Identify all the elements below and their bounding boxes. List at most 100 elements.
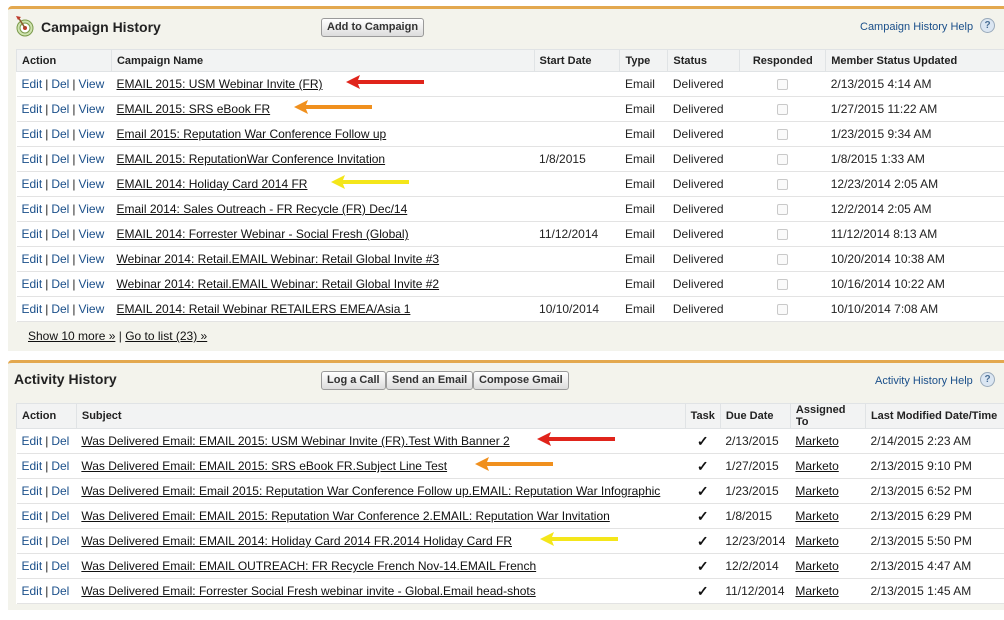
row-actions: Edit | Del — [16, 428, 77, 454]
del-link[interactable]: Del — [51, 302, 69, 316]
task-checkmark-icon: ✓ — [696, 532, 709, 549]
assigned-to-link[interactable]: Marketo — [795, 434, 838, 448]
view-link[interactable]: View — [78, 177, 104, 191]
del-link[interactable]: Del — [51, 152, 69, 166]
assigned-to-link[interactable]: Marketo — [795, 559, 838, 573]
annotation-arrow-icon — [294, 100, 373, 114]
view-link[interactable]: View — [78, 102, 104, 116]
view-link[interactable]: View — [78, 252, 104, 266]
edit-link[interactable]: Edit — [22, 434, 43, 448]
view-link[interactable]: View — [78, 202, 104, 216]
table-row: Edit | Del | View Webinar 2014: Retail.EMAIL … — [16, 271, 1004, 297]
edit-link[interactable]: Edit — [22, 177, 43, 191]
edit-link[interactable]: Edit — [22, 77, 43, 91]
del-link[interactable]: Del — [51, 252, 69, 266]
edit-link[interactable]: Edit — [22, 227, 43, 241]
del-link[interactable]: Del — [51, 227, 69, 241]
del-link[interactable]: Del — [51, 177, 69, 191]
del-link[interactable]: Del — [51, 434, 69, 448]
edit-link[interactable]: Edit — [22, 302, 43, 316]
view-link[interactable]: View — [78, 277, 104, 291]
view-link[interactable]: View — [78, 77, 104, 91]
campaign-name-link[interactable]: Webinar 2014: Retail.EMAIL Webinar: Reta… — [116, 252, 439, 266]
del-link[interactable]: Del — [51, 77, 69, 91]
table-row: Edit | Del Was Delivered Email: EMAIL 2015:… — [16, 453, 1004, 479]
assigned-to-link[interactable]: Marketo — [795, 459, 838, 473]
subject-link[interactable]: Was Delivered Email: EMAIL 2015: USM Web… — [81, 434, 509, 448]
action-separator: | — [45, 102, 49, 116]
edit-link[interactable]: Edit — [22, 202, 43, 216]
subject-link[interactable]: Was Delivered Email: EMAIL OUTREACH: FR … — [81, 559, 536, 573]
del-link[interactable]: Del — [51, 559, 69, 573]
del-link[interactable]: Del — [51, 102, 69, 116]
edit-link[interactable]: Edit — [22, 127, 43, 141]
subject-link[interactable]: Was Delivered Email: EMAIL 2015: SRS eBo… — [81, 459, 447, 473]
start-date-cell — [534, 271, 620, 297]
show-more-link[interactable]: Show 10 more » — [28, 329, 115, 343]
row-actions: Edit | Del | View — [16, 221, 112, 247]
member-status-updated-cell: 10/20/2014 10:38 AM — [825, 246, 1004, 272]
responded-checkbox — [777, 279, 789, 291]
del-link[interactable]: Del — [51, 277, 69, 291]
assigned-to-link[interactable]: Marketo — [795, 509, 838, 523]
edit-link[interactable]: Edit — [22, 152, 43, 166]
activity-history-help-link[interactable]: Activity History Help — [875, 375, 973, 387]
campaign-name-wrap: EMAIL 2014: Holiday Card 2014 FR — [116, 175, 410, 191]
edit-link[interactable]: Edit — [22, 509, 43, 523]
send-an-email-button[interactable]: Send an Email — [386, 371, 474, 390]
campaign-name-link[interactable]: EMAIL 2015: ReputationWar Conference Inv… — [116, 152, 385, 166]
edit-link[interactable]: Edit — [22, 584, 43, 598]
go-to-list-link[interactable]: Go to list (23) » — [125, 329, 207, 343]
assigned-to-link[interactable]: Marketo — [795, 484, 838, 498]
view-link[interactable]: View — [78, 302, 104, 316]
assigned-to-link[interactable]: Marketo — [795, 584, 838, 598]
view-link[interactable]: View — [78, 227, 104, 241]
table-row: Edit | Del | View Webinar 2014: Retail.EMAIL … — [16, 246, 1004, 272]
edit-link[interactable]: Edit — [22, 277, 43, 291]
edit-link[interactable]: Edit — [22, 559, 43, 573]
campaign-name-link[interactable]: Email 2015: Reputation War Conference Fo… — [116, 127, 386, 141]
del-link[interactable]: Del — [51, 202, 69, 216]
del-link[interactable]: Del — [51, 127, 69, 141]
row-actions: Edit | Del | View — [16, 196, 112, 222]
table-row: Edit | Del | View EMAIL 2015: USM Webinar Inv… — [16, 71, 1004, 97]
compose-gmail-button[interactable]: Compose Gmail — [473, 371, 569, 390]
del-link[interactable]: Del — [51, 459, 69, 473]
help-icon[interactable]: ? — [980, 372, 995, 387]
add-to-campaign-button[interactable]: Add to Campaign — [321, 18, 425, 37]
campaign-name-link[interactable]: EMAIL 2015: USM Webinar Invite (FR) — [116, 77, 322, 91]
start-date-cell — [534, 246, 620, 272]
subject-link[interactable]: Was Delivered Email: EMAIL 2015: Reputat… — [81, 509, 609, 523]
type-cell: Email — [619, 246, 668, 272]
log-a-call-button[interactable]: Log a Call — [321, 371, 386, 390]
column-header: Type — [619, 49, 669, 72]
campaign-history-table: Action Campaign Name Start Date Type Status R… — [16, 49, 1004, 322]
del-link[interactable]: Del — [51, 584, 69, 598]
view-link[interactable]: View — [78, 152, 104, 166]
campaign-name-link[interactable]: Webinar 2014: Retail.EMAIL Webinar: Reta… — [116, 277, 439, 291]
edit-link[interactable]: Edit — [22, 459, 43, 473]
subject-link[interactable]: Was Delivered Email: Email 2015: Reputat… — [81, 484, 660, 498]
campaign-name-link[interactable]: EMAIL 2014: Holiday Card 2014 FR — [116, 177, 307, 191]
help-icon[interactable]: ? — [980, 18, 995, 33]
subject-link[interactable]: Was Delivered Email: Forrester Social Fr… — [81, 584, 535, 598]
campaign-history-help-link[interactable]: Campaign History Help — [860, 21, 973, 33]
responded-cell — [739, 171, 826, 197]
view-link[interactable]: View — [78, 127, 104, 141]
campaign-name-link[interactable]: EMAIL 2014: Retail Webinar RETAILERS EME… — [116, 302, 410, 316]
column-header: Last Modified Date/Time — [864, 403, 1004, 429]
edit-link[interactable]: Edit — [22, 534, 43, 548]
campaign-name-link[interactable]: Email 2014: Sales Outreach - FR Recycle … — [116, 202, 407, 216]
annotation-arrow-icon — [331, 175, 410, 189]
edit-link[interactable]: Edit — [22, 484, 43, 498]
del-link[interactable]: Del — [51, 509, 69, 523]
campaign-name-link[interactable]: EMAIL 2015: SRS eBook FR — [116, 102, 270, 116]
subject-link[interactable]: Was Delivered Email: EMAIL 2014: Holiday… — [81, 534, 512, 548]
campaign-name-link[interactable]: EMAIL 2014: Forrester Webinar - Social F… — [116, 227, 408, 241]
edit-link[interactable]: Edit — [22, 102, 43, 116]
assigned-to-link[interactable]: Marketo — [795, 534, 838, 548]
del-link[interactable]: Del — [51, 484, 69, 498]
edit-link[interactable]: Edit — [22, 252, 43, 266]
del-link[interactable]: Del — [51, 534, 69, 548]
task-cell: ✓ — [685, 453, 721, 479]
